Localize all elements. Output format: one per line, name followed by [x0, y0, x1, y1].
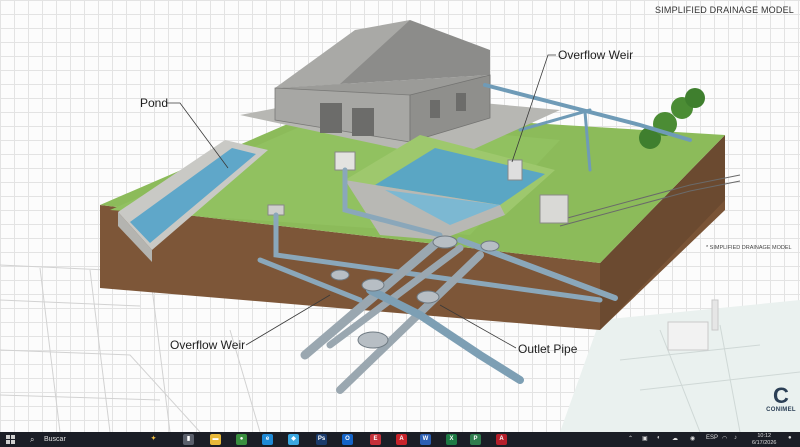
photoshop-icon[interactable]: Ps: [316, 434, 327, 445]
app-e-icon[interactable]: E: [370, 434, 381, 445]
label-pond: Pond: [140, 96, 169, 110]
taskbar-clock[interactable]: 10:12 6/17/2026: [752, 433, 776, 446]
diagram-canvas: SIMPLIFIED DRAINAGE MODEL Pond Overflow …: [0, 0, 800, 432]
chrome-icon[interactable]: ●: [236, 434, 247, 445]
drainage-illustration: [0, 20, 800, 432]
project-icon[interactable]: P: [470, 434, 481, 445]
acrobat-icon[interactable]: A: [396, 434, 407, 445]
logo-mark: C: [773, 383, 789, 408]
model-note: * SIMPLIFIED DRAINAGE MODEL: [706, 245, 792, 251]
taskbar: ⌕ Buscar ✦ ▮ ▬ ● e ◆ Ps O E A W X P A ⌃ ▣ ◐ ☁ ◉ ESP ◠…: [0, 432, 800, 447]
excel-icon[interactable]: X: [446, 434, 457, 445]
task-view-icon[interactable]: ▮: [183, 434, 194, 445]
chevron-up-icon[interactable]: ⌃: [628, 435, 633, 442]
search-placeholder: Buscar: [44, 436, 66, 443]
tray-app-icon-3[interactable]: ◉: [690, 435, 695, 442]
tray-language[interactable]: ESP: [706, 435, 718, 441]
label-overflow-weir-top: Overflow Weir: [558, 48, 634, 62]
volume-icon[interactable]: ♪: [734, 435, 737, 441]
wifi-icon[interactable]: ◠: [722, 435, 727, 442]
outlook-icon[interactable]: O: [342, 434, 353, 445]
taskbar-search[interactable]: ⌕ Buscar: [22, 433, 132, 446]
autocad-icon[interactable]: A: [496, 434, 507, 445]
label-overflow-weir-bottom: Overflow Weir: [170, 338, 246, 352]
tray-app-icon-2[interactable]: ◐: [657, 435, 661, 441]
file-explorer-icon[interactable]: ▬: [210, 434, 221, 445]
edge-icon[interactable]: e: [262, 434, 273, 445]
cloud-icon[interactable]: ☁: [672, 435, 678, 442]
diagram-title: SIMPLIFIED DRAINAGE MODEL: [654, 5, 794, 15]
word-icon[interactable]: W: [420, 434, 431, 445]
windows-start-icon[interactable]: [6, 435, 15, 444]
clock-date: 6/17/2026: [752, 439, 777, 446]
label-outlet-pipe: Outlet Pipe: [518, 342, 578, 356]
tray-app-icon[interactable]: ▣: [642, 435, 648, 442]
conimel-logo: C CONIMEL: [762, 383, 800, 414]
logo-wordmark: CONIMEL: [766, 407, 796, 413]
search-icon: ⌕: [30, 435, 35, 444]
notification-icon[interactable]: ●: [788, 435, 792, 441]
copilot-icon[interactable]: ✦: [148, 434, 159, 445]
photos-icon[interactable]: ◆: [288, 434, 299, 445]
